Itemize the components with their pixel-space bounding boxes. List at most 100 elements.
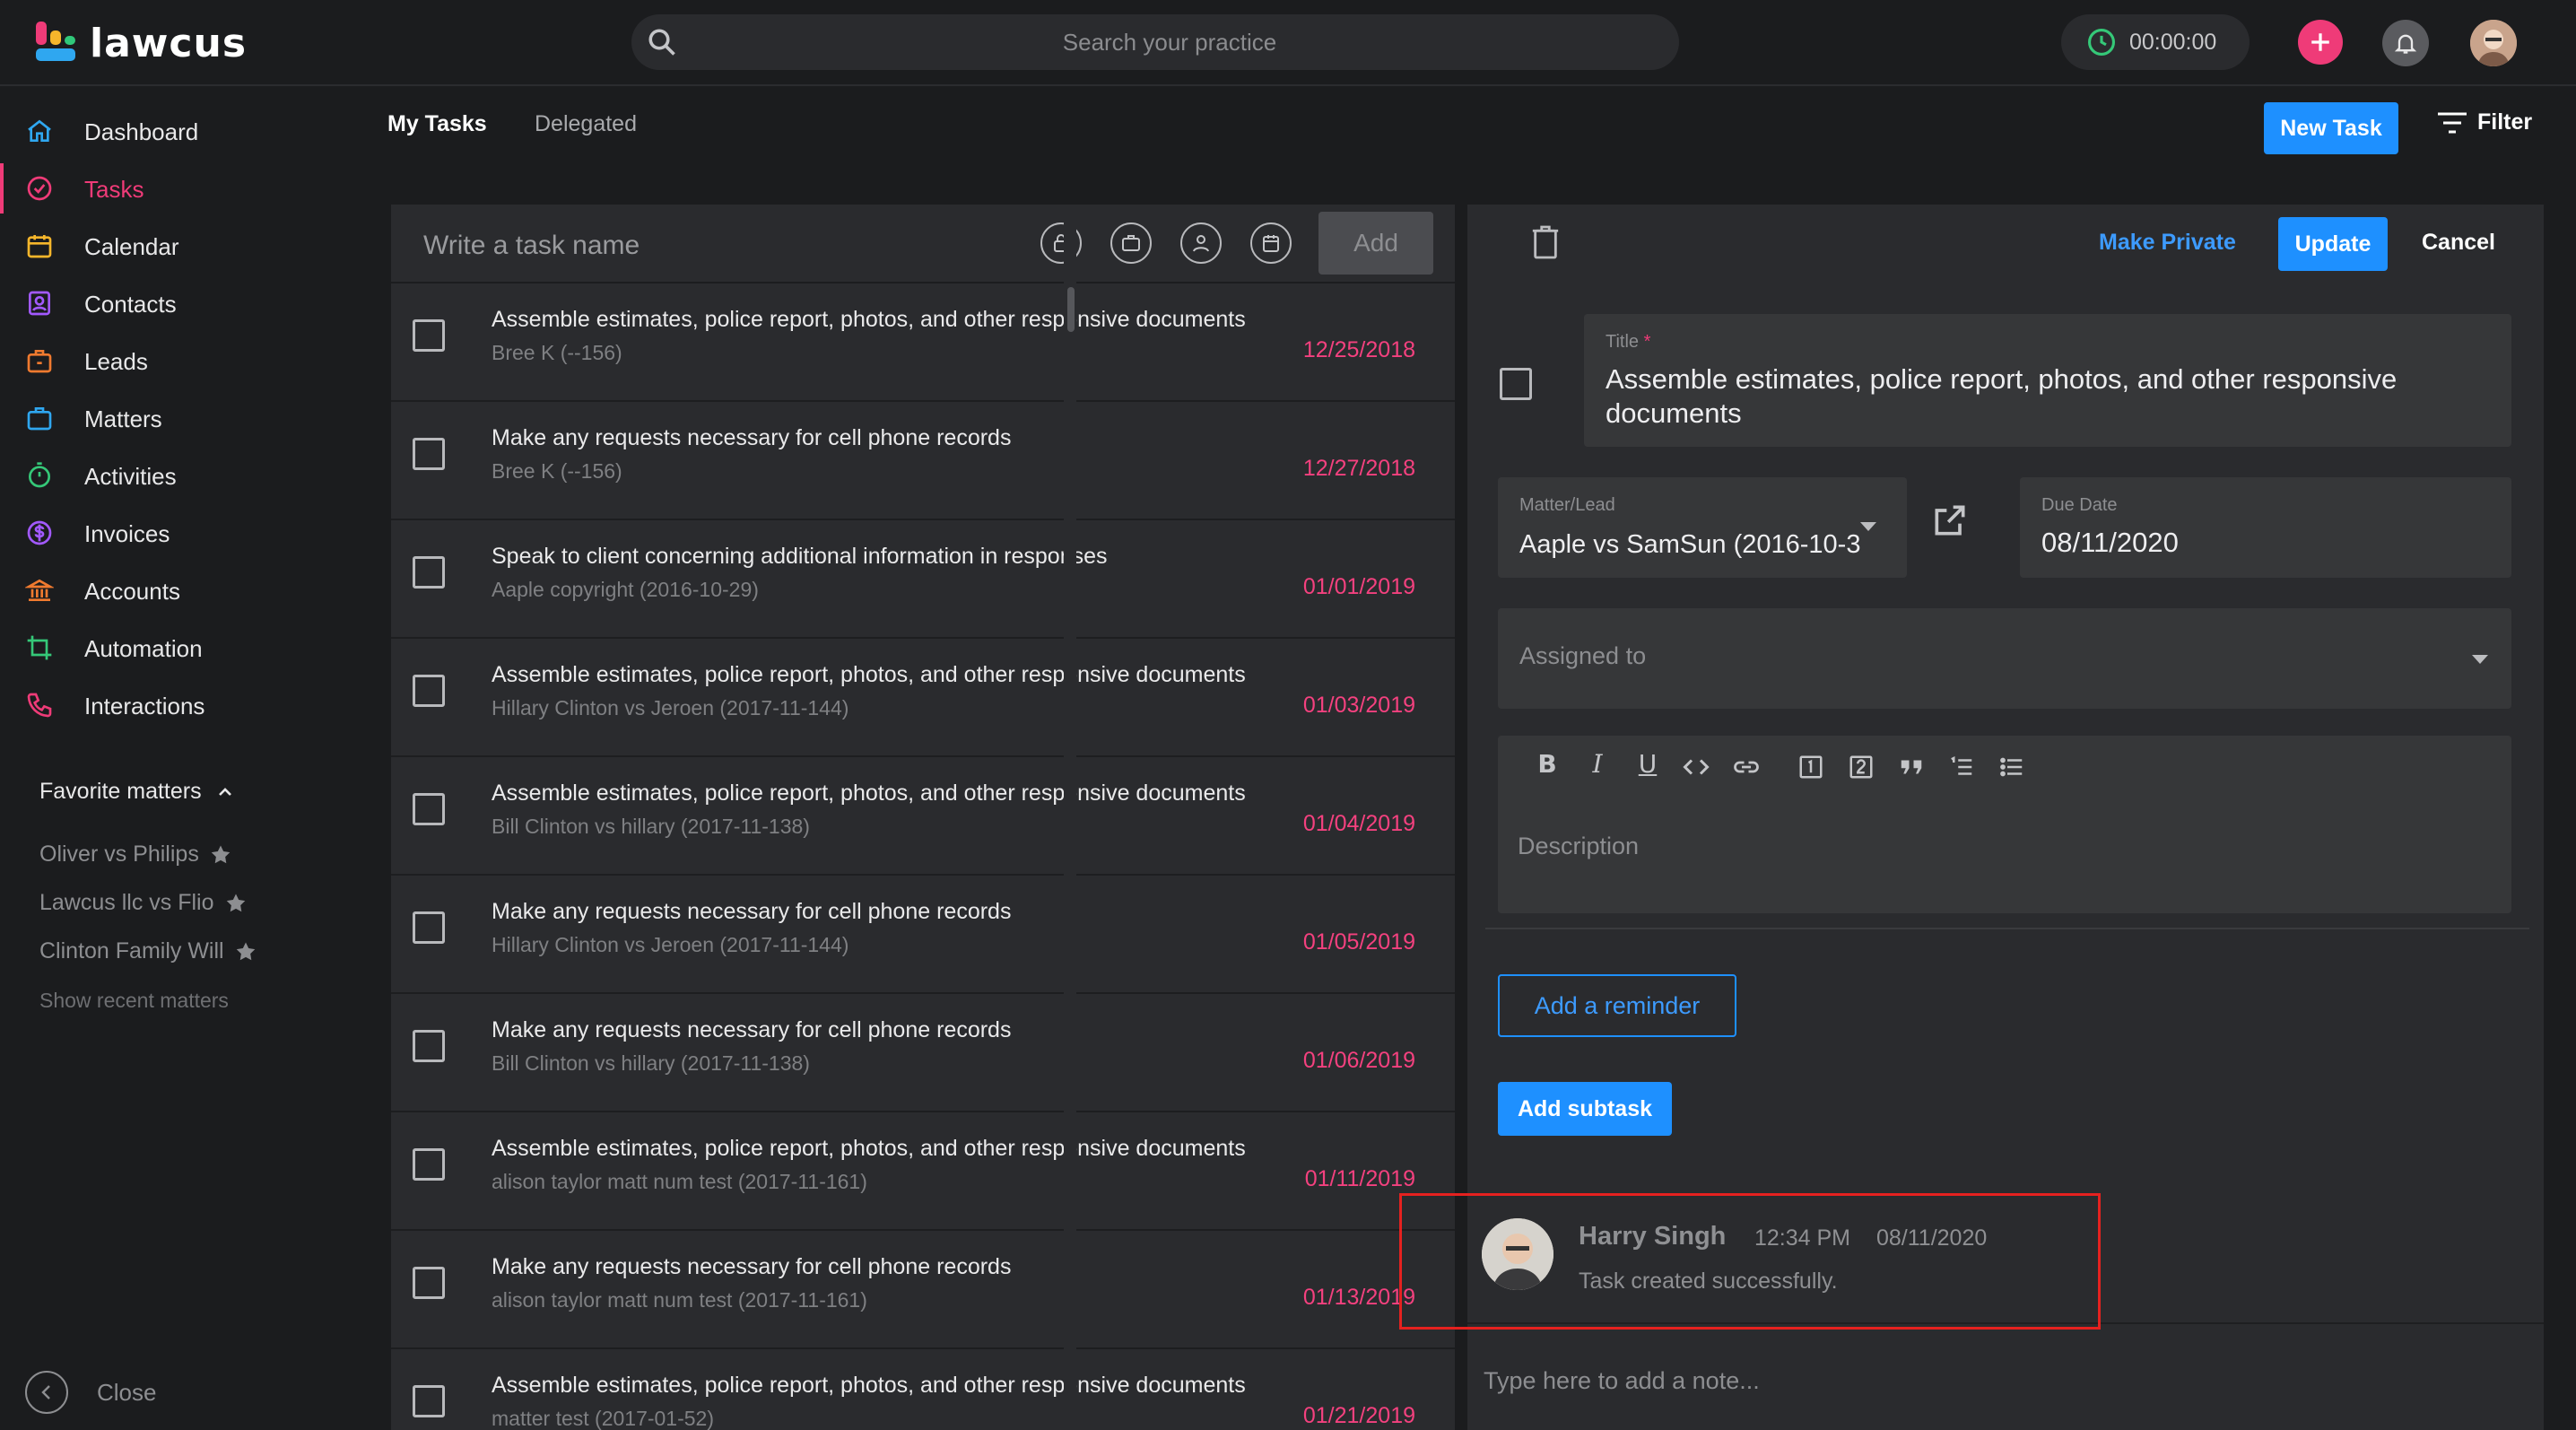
update-button[interactable]: Update — [2278, 217, 2388, 271]
logo-text: lawcus — [90, 20, 248, 66]
bold-icon[interactable]: B — [1534, 749, 1561, 779]
task-matter: Bill Clinton vs hillary (2017-11-138) — [492, 1051, 810, 1075]
task-row[interactable]: Assemble estimates, police report, photo… — [391, 759, 1455, 876]
task-row[interactable]: Speak to client concerning additional in… — [391, 522, 1455, 639]
add-subtask-button[interactable]: Add subtask — [1498, 1082, 1672, 1136]
task-row[interactable]: Make any requests necessary for cell pho… — [391, 404, 1455, 520]
task-checkbox[interactable] — [413, 319, 445, 352]
task-list-panel: Add Assemble estimates, police report, p… — [391, 205, 1455, 1430]
make-private-button[interactable]: Make Private — [2099, 230, 2236, 256]
user-avatar[interactable] — [2470, 20, 2517, 66]
underline-icon[interactable]: U — [1634, 749, 1661, 779]
due-date-value: 08/11/2020 — [2041, 527, 2179, 558]
add-task-button[interactable]: Add — [1318, 212, 1433, 275]
numbered-list-icon[interactable] — [1948, 754, 1975, 780]
link-icon[interactable] — [1733, 754, 1760, 780]
assigned-to-placeholder: Assigned to — [1519, 642, 1647, 669]
sidebar-item-matters[interactable]: Matters — [0, 389, 359, 447]
star-icon[interactable] — [208, 842, 233, 868]
task-checkbox[interactable] — [413, 556, 445, 589]
task-checkbox[interactable] — [413, 911, 445, 944]
quote-icon[interactable] — [1898, 754, 1925, 780]
star-icon[interactable] — [233, 939, 258, 964]
timer-value: 00:00:00 — [2129, 29, 2217, 55]
close-label: Close — [97, 1378, 157, 1406]
code-icon[interactable] — [1683, 754, 1710, 780]
task-row[interactable]: Make any requests necessary for cell pho… — [391, 877, 1455, 994]
title-field[interactable]: Title * Assemble estimates, police repor… — [1584, 314, 2511, 447]
task-row[interactable]: Assemble estimates, police report, photo… — [391, 1114, 1455, 1231]
bullet-list-icon[interactable] — [1998, 754, 2025, 780]
task-checkbox[interactable] — [413, 1148, 445, 1181]
italic-icon[interactable]: I — [1584, 749, 1611, 779]
favorite-matter[interactable]: Lawcus llc vs Flio — [39, 890, 248, 916]
trash-icon[interactable] — [1530, 224, 1561, 260]
sidebar-item-contacts[interactable]: Contacts — [0, 275, 359, 332]
sidebar-item-interactions[interactable]: Interactions — [0, 676, 359, 734]
task-checkbox[interactable] — [413, 1385, 445, 1417]
cancel-button[interactable]: Cancel — [2422, 230, 2495, 256]
filter-button[interactable]: Filter — [2436, 109, 2532, 135]
tab-my-tasks[interactable]: My Tasks — [387, 111, 487, 137]
favorite-matter[interactable]: Clinton Family Will — [39, 938, 258, 964]
task-complete-checkbox[interactable] — [1500, 368, 1532, 400]
assignee-picker-button[interactable] — [1180, 222, 1222, 264]
task-row[interactable]: Make any requests necessary for cell pho… — [391, 996, 1455, 1112]
due-date-field[interactable]: Due Date 08/11/2020 — [2020, 477, 2511, 578]
due-date-label: Due Date — [2041, 495, 2118, 515]
app-logo[interactable]: lawcus — [36, 18, 247, 68]
task-title: Assemble estimates, police report, photo… — [492, 780, 1246, 806]
sidebar-item-automation[interactable]: Automation — [0, 619, 359, 676]
matter-select[interactable]: Matter/Lead Aaple vs SamSun (2016-10-3 — [1498, 477, 1907, 578]
task-row[interactable]: Make any requests necessary for cell pho… — [391, 1233, 1455, 1349]
sidebar-item-calendar[interactable]: Calendar — [0, 217, 359, 275]
task-checkbox[interactable] — [413, 438, 445, 470]
timer-widget[interactable]: 00:00:00 — [2061, 14, 2250, 70]
sidebar-item-activities[interactable]: Activities — [0, 447, 359, 504]
tab-delegated[interactable]: Delegated — [535, 111, 637, 137]
matter-value: Aaple vs SamSun (2016-10-3 — [1519, 530, 1861, 559]
matter-picker-button[interactable] — [1110, 222, 1152, 264]
task-matter: Aaple copyright (2016-10-29) — [492, 578, 759, 601]
sidebar-item-label: Accounts — [84, 578, 180, 605]
add-reminder-button[interactable]: Add a reminder — [1498, 974, 1736, 1037]
task-row[interactable]: Assemble estimates, police report, photo… — [391, 641, 1455, 757]
assigned-to-select[interactable]: Assigned to — [1498, 608, 2511, 709]
logo-mark-icon — [36, 22, 79, 65]
description-placeholder: Description — [1518, 833, 1640, 859]
open-external-icon[interactable] — [1930, 501, 1970, 540]
task-list-scroll-thumb[interactable] — [1067, 287, 1075, 332]
due-date-picker-button[interactable] — [1250, 222, 1292, 264]
task-row[interactable]: Assemble estimates, police report, photo… — [391, 1351, 1455, 1430]
note-input[interactable] — [1484, 1358, 2470, 1403]
close-sidebar-button[interactable]: Close — [25, 1371, 156, 1414]
task-row[interactable]: Assemble estimates, police report, photo… — [391, 285, 1455, 402]
sidebar-item-invoices[interactable]: Invoices — [0, 504, 359, 562]
search-bar[interactable] — [631, 14, 1679, 70]
task-checkbox[interactable] — [413, 793, 445, 825]
search-input[interactable] — [703, 14, 1636, 70]
task-due-date: 01/06/2019 — [1302, 1048, 1415, 1073]
task-name-input[interactable] — [423, 224, 1015, 267]
sidebar-item-tasks[interactable]: Tasks — [0, 160, 359, 217]
task-checkbox[interactable] — [413, 675, 445, 707]
task-checkbox[interactable] — [413, 1030, 445, 1062]
notifications-button[interactable] — [2382, 20, 2429, 66]
task-title: Make any requests necessary for cell pho… — [492, 425, 1012, 450]
show-recent-matters-link[interactable]: Show recent matters — [39, 989, 229, 1013]
task-checkbox[interactable] — [413, 1267, 445, 1299]
heading-two-icon[interactable] — [1848, 754, 1875, 780]
task-list-scrollbar[interactable] — [1064, 205, 1076, 1430]
chevron-left-icon — [25, 1371, 68, 1414]
sidebar-item-dashboard[interactable]: Dashboard — [0, 102, 359, 160]
quick-add-button[interactable] — [2298, 20, 2343, 65]
title-field-label: Title * — [1606, 332, 1650, 353]
new-task-button[interactable]: New Task — [2264, 102, 2398, 154]
sidebar-item-accounts[interactable]: Accounts — [0, 562, 359, 619]
star-icon[interactable] — [223, 891, 248, 916]
favorites-toggle[interactable]: Favorite matters — [39, 779, 236, 805]
favorite-matter[interactable]: Oliver vs Philips — [39, 841, 233, 868]
sidebar-item-label: Interactions — [84, 693, 205, 719]
heading-one-icon[interactable] — [1797, 754, 1824, 780]
sidebar-item-leads[interactable]: Leads — [0, 332, 359, 389]
